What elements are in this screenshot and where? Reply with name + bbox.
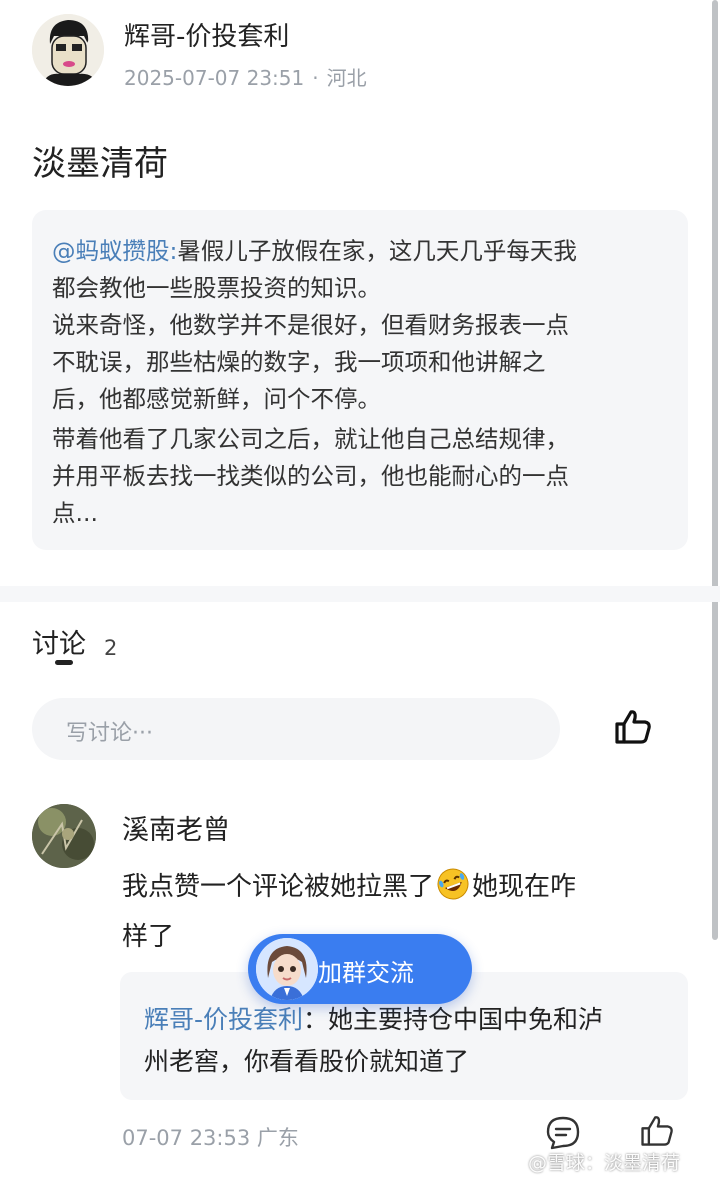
tab-active-indicator bbox=[55, 660, 73, 665]
post-title: 淡墨清荷 bbox=[32, 144, 168, 184]
post-location: 河北 bbox=[326, 66, 367, 90]
tab-discussion[interactable]: 讨论 bbox=[32, 622, 86, 661]
comment-timestamp: 07-07 23:53 广东 bbox=[122, 1126, 299, 1150]
reply-author-link[interactable]: 辉哥-价投套利 bbox=[144, 1005, 303, 1034]
post-author-header: 辉哥-价投套利 2025-07-07 23:51 · 河北 bbox=[32, 14, 672, 90]
quote-line: @蚂蚁攒股:暑假儿子放假在家，这几天几乎每天我 bbox=[52, 232, 577, 266]
reply-text-part: 她主要持仓中国中免和泸 bbox=[328, 1005, 604, 1034]
quote-line: 后，他都感觉新鲜，问个不停。 bbox=[52, 385, 381, 413]
reply-colon: ： bbox=[303, 1005, 329, 1034]
post-timestamp: 2025-07-07 23:51 bbox=[124, 66, 305, 90]
comment-like-icon[interactable] bbox=[638, 1112, 676, 1150]
watermark: @雪球：淡墨清荷 bbox=[528, 1152, 681, 1174]
assistant-avatar bbox=[256, 938, 318, 1000]
meta-separator: · bbox=[312, 66, 319, 90]
join-group-button[interactable]: 加群交流 bbox=[248, 934, 472, 1004]
quote-line: 带着他看了几家公司之后，就让他自己总结规律， bbox=[52, 425, 569, 453]
author-avatar[interactable] bbox=[32, 14, 104, 86]
comment-text-part: 我点赞一个评论被她拉黑了 bbox=[122, 872, 435, 902]
author-name[interactable]: 辉哥-价投套利 bbox=[124, 16, 289, 53]
section-divider bbox=[0, 586, 720, 602]
comment-text: 我点赞一个评论被她拉黑了 她现在咋 bbox=[122, 866, 576, 903]
thumbs-up-icon[interactable] bbox=[612, 706, 654, 748]
commenter-avatar[interactable] bbox=[32, 804, 96, 868]
comment-text-part: 她现在咋 bbox=[472, 872, 577, 902]
comment-text: 样了 bbox=[122, 922, 175, 952]
join-group-label: 加群交流 bbox=[318, 959, 414, 987]
quote-line: 说来奇怪，他数学并不是很好，但看财务报表一点 bbox=[52, 311, 569, 339]
rofl-emoji-icon bbox=[436, 867, 470, 901]
reply-text: 州老窖，你看看股价就知道了 bbox=[144, 1047, 470, 1076]
quote-line: 都会教他一些股票投资的知识。 bbox=[52, 274, 381, 302]
post-meta: 2025-07-07 23:51 · 河北 bbox=[124, 62, 367, 91]
commenter-name[interactable]: 溪南老曾 bbox=[122, 808, 230, 847]
discussion-count: 2 bbox=[104, 636, 118, 660]
quote-text: 暑假儿子放假在家，这几天几乎每天我 bbox=[177, 237, 577, 265]
mention-link[interactable]: @蚂蚁攒股 bbox=[52, 237, 170, 265]
comment-icon[interactable] bbox=[544, 1114, 582, 1152]
reply-text: 辉哥-价投套利：她主要持仓中国中免和泸 bbox=[144, 1000, 603, 1036]
quoted-post-card[interactable]: @蚂蚁攒股:暑假儿子放假在家，这几天几乎每天我 都会教他一些股票投资的知识。 说… bbox=[32, 210, 688, 550]
quote-line: 不耽误，那些枯燥的数字，我一项项和他讲解之 bbox=[52, 348, 546, 376]
quote-line: 并用平板去找一找类似的公司，他也能耐心的一点 bbox=[52, 462, 569, 490]
scrollbar-thumb[interactable] bbox=[712, 0, 718, 940]
write-discussion-placeholder: 写讨论··· bbox=[66, 721, 153, 746]
quote-line: 点... bbox=[52, 499, 98, 527]
write-discussion-input[interactable]: 写讨论··· bbox=[32, 698, 560, 760]
